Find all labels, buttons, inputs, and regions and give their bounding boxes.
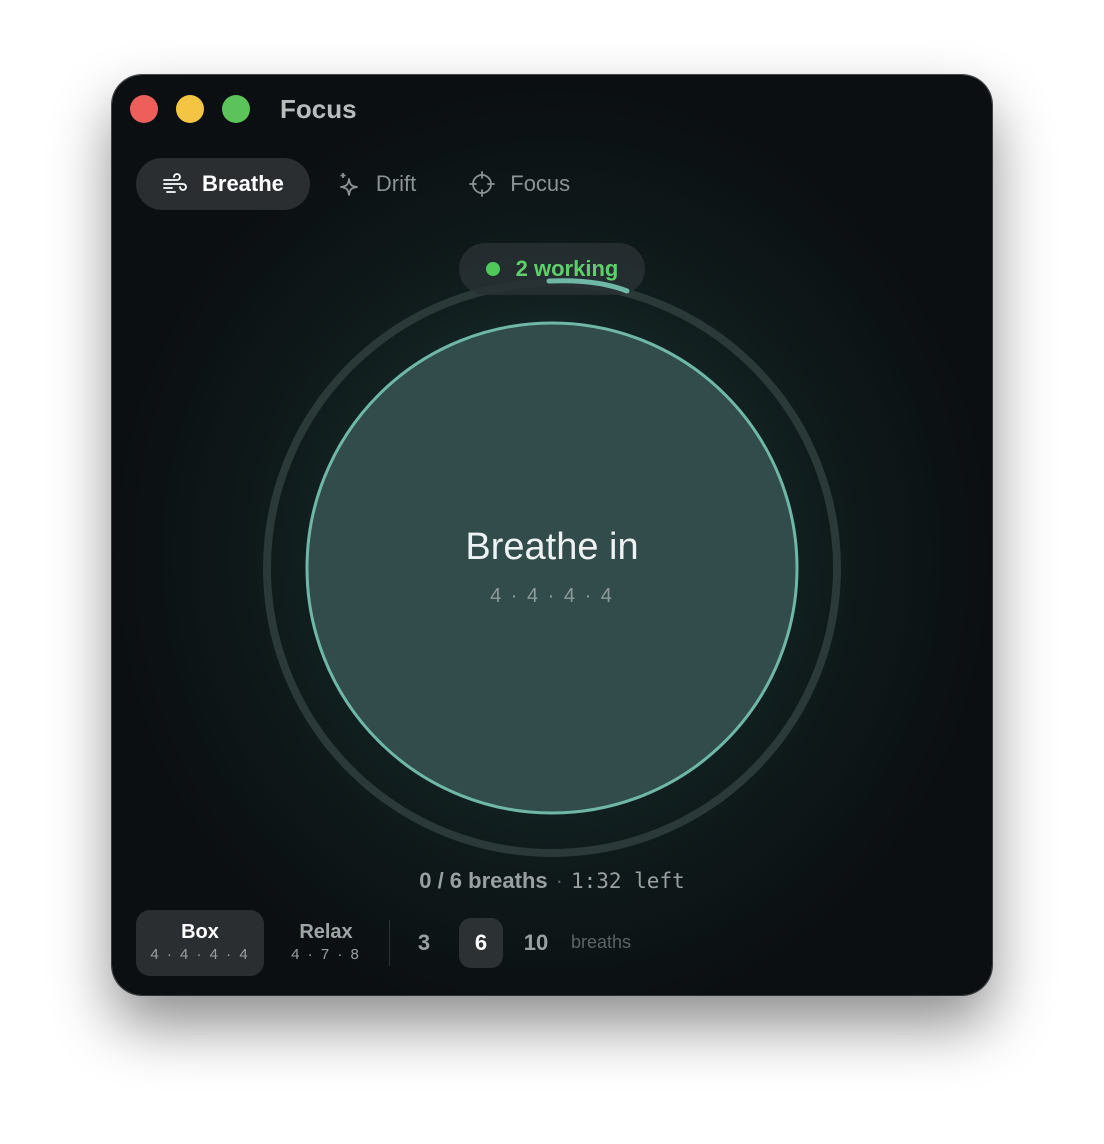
traffic-lights [130,95,250,123]
divider [389,920,390,966]
tab-focus[interactable]: Focus [442,158,596,210]
sparkle-icon [340,173,358,196]
time-left: 1:32 left [570,869,685,893]
status-dot [485,262,500,276]
crosshair-icon [469,171,496,197]
preset-relax-name: Relax [299,921,353,943]
maximize-window-button[interactable] [222,95,250,123]
tab-focus-label: Focus [510,171,571,196]
session-progress: 0 / 6 breaths · 1:32 left [312,868,792,894]
tab-breathe-label: Breathe [202,171,284,196]
breaths-option-6[interactable]: 6 [459,918,503,968]
breaths-option-3[interactable]: 3 [402,918,446,968]
phase-label: Breathe in [465,526,639,568]
breaths-unit-label: breaths [571,932,632,952]
app-window: Focus Breathe Drift Focus 2 working Brea… [112,75,992,995]
window-title: Focus [280,94,357,124]
preset-relax[interactable]: Relax 4 · 7 · 8 [270,910,382,976]
status-text: 2 working [515,256,619,281]
tab-drift[interactable]: Drift [310,158,442,210]
preset-box-name: Box [181,921,219,943]
tab-breathe[interactable]: Breathe [136,158,310,210]
minimize-window-button[interactable] [176,95,204,123]
breath-count: 0 / 6 breaths [419,868,548,893]
preset-relax-pattern: 4 · 7 · 8 [291,946,361,963]
close-window-button[interactable] [130,95,158,123]
preset-box-pattern: 4 · 4 · 4 · 4 [150,946,250,963]
wind-icon [163,173,187,193]
preset-box[interactable]: Box 4 · 4 · 4 · 4 [136,910,264,976]
tab-drift-label: Drift [375,171,417,196]
phase-pattern: 4 · 4 · 4 · 4 [490,585,614,607]
separator: · [555,868,563,893]
mode-tabs: Breathe Drift Focus [136,158,596,210]
status-badge: 2 working [459,243,645,295]
breaths-option-10[interactable]: 10 [514,918,558,968]
